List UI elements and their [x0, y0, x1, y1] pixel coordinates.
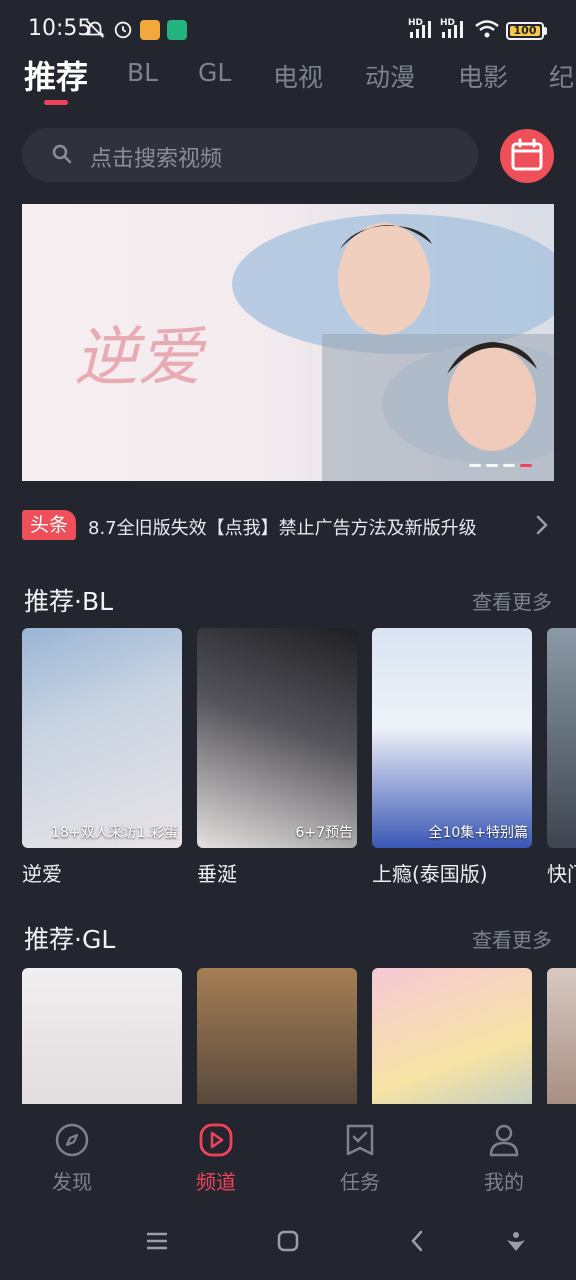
- search-placeholder: 点击搜索视频: [90, 147, 223, 172]
- chevron-right-icon: [536, 515, 548, 535]
- nav-discover[interactable]: 发现: [27, 1122, 117, 1195]
- poster-caption: 6+7预告: [295, 825, 353, 841]
- headline-notice[interactable]: 头条 8.7全旧版失效【点我】禁止广告方法及新版升级: [22, 508, 554, 544]
- task-icon: [346, 1124, 374, 1156]
- wifi-icon: [475, 20, 499, 38]
- video-poster: [372, 968, 532, 1104]
- carousel-dots: [469, 464, 532, 467]
- video-card[interactable]: [547, 968, 576, 1104]
- back-icon[interactable]: [405, 1228, 431, 1254]
- menu-icon[interactable]: [144, 1228, 170, 1254]
- battery-icon: 100: [506, 22, 544, 40]
- status-time: 10:55: [28, 16, 92, 41]
- section-title-gl: 推荐·GL: [24, 925, 116, 954]
- video-title: 上瘾(泰国版): [372, 862, 488, 886]
- nav-label: 任务: [340, 1170, 380, 1194]
- poster-caption: 全10集+特别篇: [428, 825, 528, 841]
- search-icon: [52, 144, 72, 164]
- see-more-gl[interactable]: 查看更多: [472, 924, 552, 953]
- tab-documentary[interactable]: 纪: [549, 58, 574, 94]
- calendar-button[interactable]: [500, 129, 554, 183]
- video-poster: [547, 968, 576, 1104]
- tab-bl[interactable]: BL: [127, 58, 158, 87]
- video-card[interactable]: 6+7预告 垂涎: [197, 628, 357, 887]
- banner-carousel[interactable]: 逆爱: [22, 204, 554, 481]
- video-poster: 18+双人采访1.彩蛋: [22, 628, 182, 848]
- app-notification-icon: [140, 20, 160, 40]
- tab-tv[interactable]: 电视: [273, 58, 323, 94]
- video-title: 逆爱: [22, 862, 62, 886]
- headline-badge: 头条: [22, 510, 77, 540]
- carousel-dot[interactable]: [469, 464, 481, 467]
- banner-image: 逆爱: [74, 214, 554, 481]
- see-more-bl[interactable]: 查看更多: [472, 586, 552, 615]
- video-card[interactable]: 18+双人采访1.彩蛋 逆爱: [22, 628, 182, 887]
- mute-bell-icon: [85, 20, 105, 38]
- profile-icon: [489, 1124, 519, 1157]
- category-tabs: 推荐 BL GL 电视 动漫 电影 纪: [0, 52, 576, 112]
- banner-title-art: 逆爱: [74, 321, 207, 395]
- active-tab-indicator: [44, 100, 68, 105]
- nav-channel[interactable]: 频道: [171, 1122, 261, 1195]
- video-card[interactable]: [22, 968, 182, 1104]
- battery-tip: [544, 27, 547, 35]
- video-poster: 6+7预告: [197, 628, 357, 848]
- tab-movie[interactable]: 电影: [458, 58, 508, 94]
- tab-anime[interactable]: 动漫: [365, 58, 415, 94]
- tab-recommend[interactable]: 推荐: [24, 52, 88, 98]
- status-bar: 10:55 HD HD 100: [0, 0, 576, 58]
- poster-caption: 18+双人采访1.彩蛋: [51, 825, 178, 841]
- video-card[interactable]: 快门: [547, 628, 576, 887]
- bl-row: 18+双人采访1.彩蛋 逆爱 6+7预告 垂涎 全10集+特别篇 上瘾(泰国版)…: [22, 628, 576, 888]
- calendar-icon: [511, 138, 543, 171]
- carousel-dot[interactable]: [503, 464, 515, 467]
- alarm-icon: [114, 21, 132, 39]
- video-poster: 全10集+特别篇: [372, 628, 532, 848]
- nav-profile[interactable]: 我的: [459, 1122, 549, 1195]
- nav-label: 频道: [196, 1170, 236, 1194]
- bottom-nav: 发现 频道 任务 我的: [0, 1104, 576, 1200]
- nav-label: 发现: [52, 1170, 92, 1194]
- signal-icon: [410, 21, 431, 38]
- play-icon: [199, 1123, 233, 1157]
- gl-row: [22, 968, 576, 1104]
- assistant-icon[interactable]: [503, 1228, 529, 1254]
- video-poster: [197, 968, 357, 1104]
- nav-label: 我的: [484, 1170, 524, 1194]
- nav-tasks[interactable]: 任务: [315, 1122, 405, 1195]
- home-icon[interactable]: [275, 1228, 301, 1254]
- carousel-dot-active[interactable]: [520, 464, 532, 467]
- system-nav-bar: [0, 1200, 576, 1280]
- video-title: 快门: [547, 862, 576, 886]
- video-poster: [22, 968, 182, 1104]
- video-card[interactable]: [372, 968, 532, 1104]
- compass-icon: [55, 1123, 89, 1157]
- carousel-dot[interactable]: [486, 464, 498, 467]
- video-poster: [547, 628, 576, 848]
- video-card[interactable]: [197, 968, 357, 1104]
- video-card[interactable]: 全10集+特别篇 上瘾(泰国版): [372, 628, 532, 887]
- section-title-bl: 推荐·BL: [24, 587, 114, 616]
- tab-gl[interactable]: GL: [198, 58, 231, 87]
- signal-icon: [442, 21, 463, 38]
- video-title: 垂涎: [197, 862, 237, 886]
- headline-text: 8.7全旧版失效【点我】禁止广告方法及新版升级: [88, 518, 477, 539]
- shield-app-icon: [167, 20, 187, 40]
- battery-level: 100: [510, 25, 540, 36]
- search-input[interactable]: 点击搜索视频: [22, 128, 478, 182]
